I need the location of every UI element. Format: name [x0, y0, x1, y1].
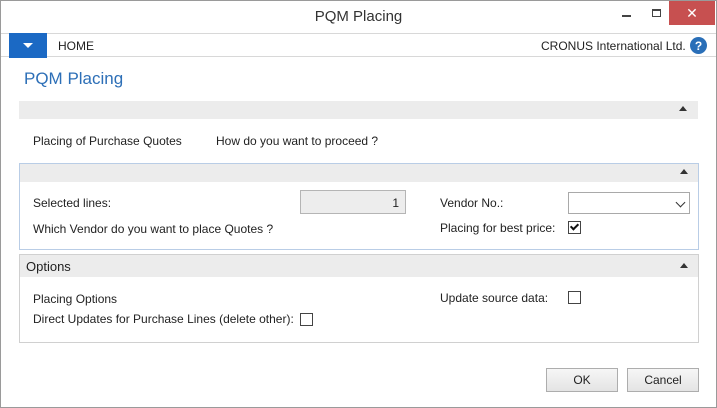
options-section-header: Options — [20, 255, 698, 277]
which-vendor-label: Which Vendor do you want to place Quotes… — [33, 222, 274, 236]
chevron-down-icon — [675, 197, 686, 208]
vendor-no-select[interactable] — [568, 192, 690, 214]
options-title: Options — [26, 259, 71, 274]
ok-button[interactable]: OK — [546, 368, 618, 392]
minimize-icon — [621, 15, 631, 17]
selected-lines-field: 1 — [300, 190, 406, 214]
close-icon: ✕ — [686, 4, 698, 21]
direct-updates-checkbox[interactable] — [300, 313, 313, 326]
ribbon-bar: HOME CRONUS International Ltd. ? — [1, 33, 716, 58]
title-bar: PQM Placing ✕ — [1, 1, 716, 33]
dropdown-arrow-icon — [23, 43, 33, 48]
maximize-icon — [651, 9, 661, 17]
placing-options-label: Placing Options — [33, 292, 118, 306]
checkmark-icon — [569, 221, 580, 231]
vendor-no-label: Vendor No.: — [440, 196, 504, 210]
collapse-icon[interactable] — [680, 169, 688, 174]
help-icon[interactable]: ? — [690, 37, 707, 54]
intro-section-header — [19, 101, 698, 119]
general-section-header — [20, 164, 698, 182]
company-name: CRONUS International Ltd. — [541, 39, 686, 53]
window-title: PQM Placing — [314, 8, 403, 25]
collapse-icon[interactable] — [679, 106, 687, 111]
dialog-window: PQM Placing ✕ HOME CRONUS International … — [0, 0, 717, 408]
minimize-button[interactable] — [611, 1, 641, 25]
application-menu-button[interactable] — [9, 33, 47, 58]
best-price-label: Placing for best price: — [440, 221, 556, 235]
close-button[interactable]: ✕ — [669, 1, 715, 25]
cancel-button[interactable]: Cancel — [627, 368, 699, 392]
direct-updates-label: Direct Updates for Purchase Lines (delet… — [33, 312, 294, 326]
update-source-label: Update source data: — [440, 291, 549, 305]
best-price-checkbox[interactable] — [568, 221, 581, 234]
update-source-checkbox[interactable] — [568, 291, 581, 304]
intro-label: Placing of Purchase Quotes — [33, 134, 182, 148]
options-section: Options — [19, 254, 699, 343]
maximize-button[interactable] — [641, 1, 671, 25]
intro-question: How do you want to proceed ? — [216, 134, 379, 148]
tab-home[interactable]: HOME — [58, 39, 94, 53]
selected-lines-label: Selected lines: — [33, 196, 112, 210]
page-title: PQM Placing — [24, 69, 124, 88]
collapse-icon[interactable] — [680, 263, 688, 268]
